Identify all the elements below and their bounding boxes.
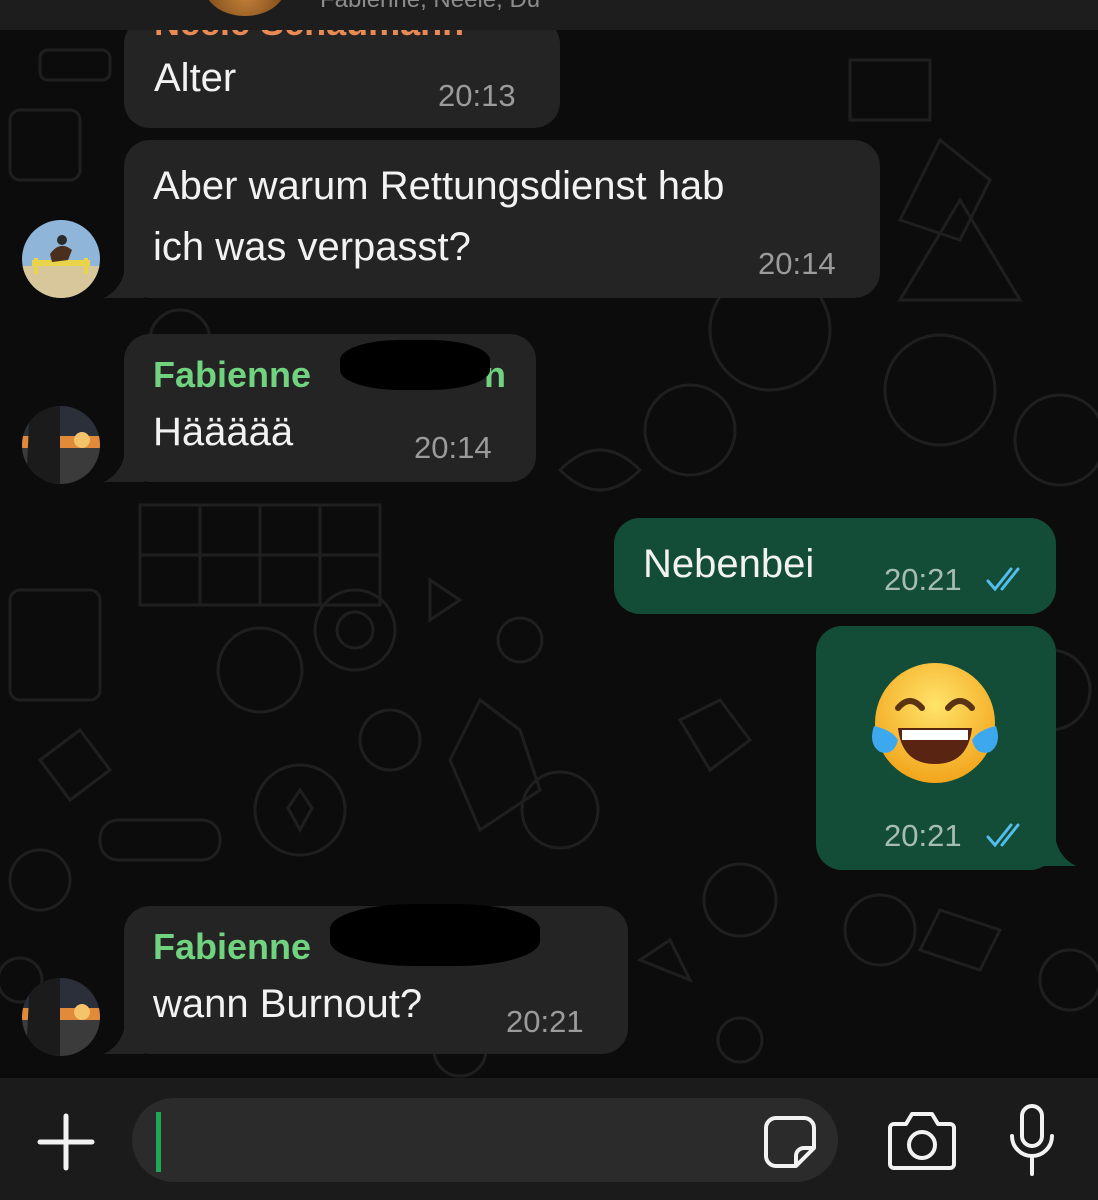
message-text-line: Aber warum Rettungsdienst hab <box>153 164 725 208</box>
read-receipt-icon <box>986 823 1020 848</box>
message-bubble[interactable]: 20:21 <box>816 626 1056 870</box>
microphone-icon[interactable] <box>1002 1102 1062 1180</box>
message-sender: Fabienne <box>153 354 312 395</box>
message-bubble[interactable]: Nebenbei 20:21 <box>614 518 1056 614</box>
message-time: 20:13 <box>438 78 516 113</box>
message-text-line: ich was verpasst? <box>153 225 471 269</box>
message-composer <box>0 1078 1098 1200</box>
sender-avatar[interactable] <box>22 220 100 298</box>
message-text: Nebenbei <box>643 542 815 586</box>
redaction-mark <box>340 340 490 390</box>
message-text: Häääää <box>153 410 294 454</box>
read-receipt-icon <box>986 567 1020 592</box>
message-time: 20:21 <box>506 1004 584 1039</box>
text-cursor <box>156 1112 161 1172</box>
message-bubble[interactable]: Neele Schaumann Alter 20:13 <box>124 2 560 128</box>
sender-avatar[interactable] <box>22 406 100 484</box>
message-time: 20:14 <box>758 246 836 281</box>
message-time: 20:21 <box>884 562 962 597</box>
plus-icon[interactable] <box>34 1110 98 1174</box>
sender-avatar[interactable] <box>22 978 100 1056</box>
redaction-mark <box>330 904 540 966</box>
chat-screen: Fabienne, Neele, Du Neele Schaumann Alte… <box>0 0 1098 1200</box>
face-with-tears-of-joy-icon <box>872 663 998 783</box>
group-avatar-icon[interactable] <box>205 0 285 16</box>
chat-header[interactable]: Fabienne, Neele, Du <box>0 0 1098 30</box>
message-input[interactable] <box>132 1098 838 1182</box>
message-time: 20:21 <box>884 818 962 853</box>
message-bubble[interactable]: Aber warum Rettungsdienst hab ich was ve… <box>124 140 880 298</box>
camera-icon[interactable] <box>886 1108 958 1172</box>
message-time: 20:14 <box>414 430 492 465</box>
message-text: wann Burnout? <box>153 982 423 1026</box>
message-sender: Fabienne <box>153 926 312 967</box>
sticker-icon[interactable] <box>762 1114 818 1170</box>
header-subtitle: Fabienne, Neele, Du <box>320 0 540 14</box>
message-text: Alter <box>154 56 237 100</box>
